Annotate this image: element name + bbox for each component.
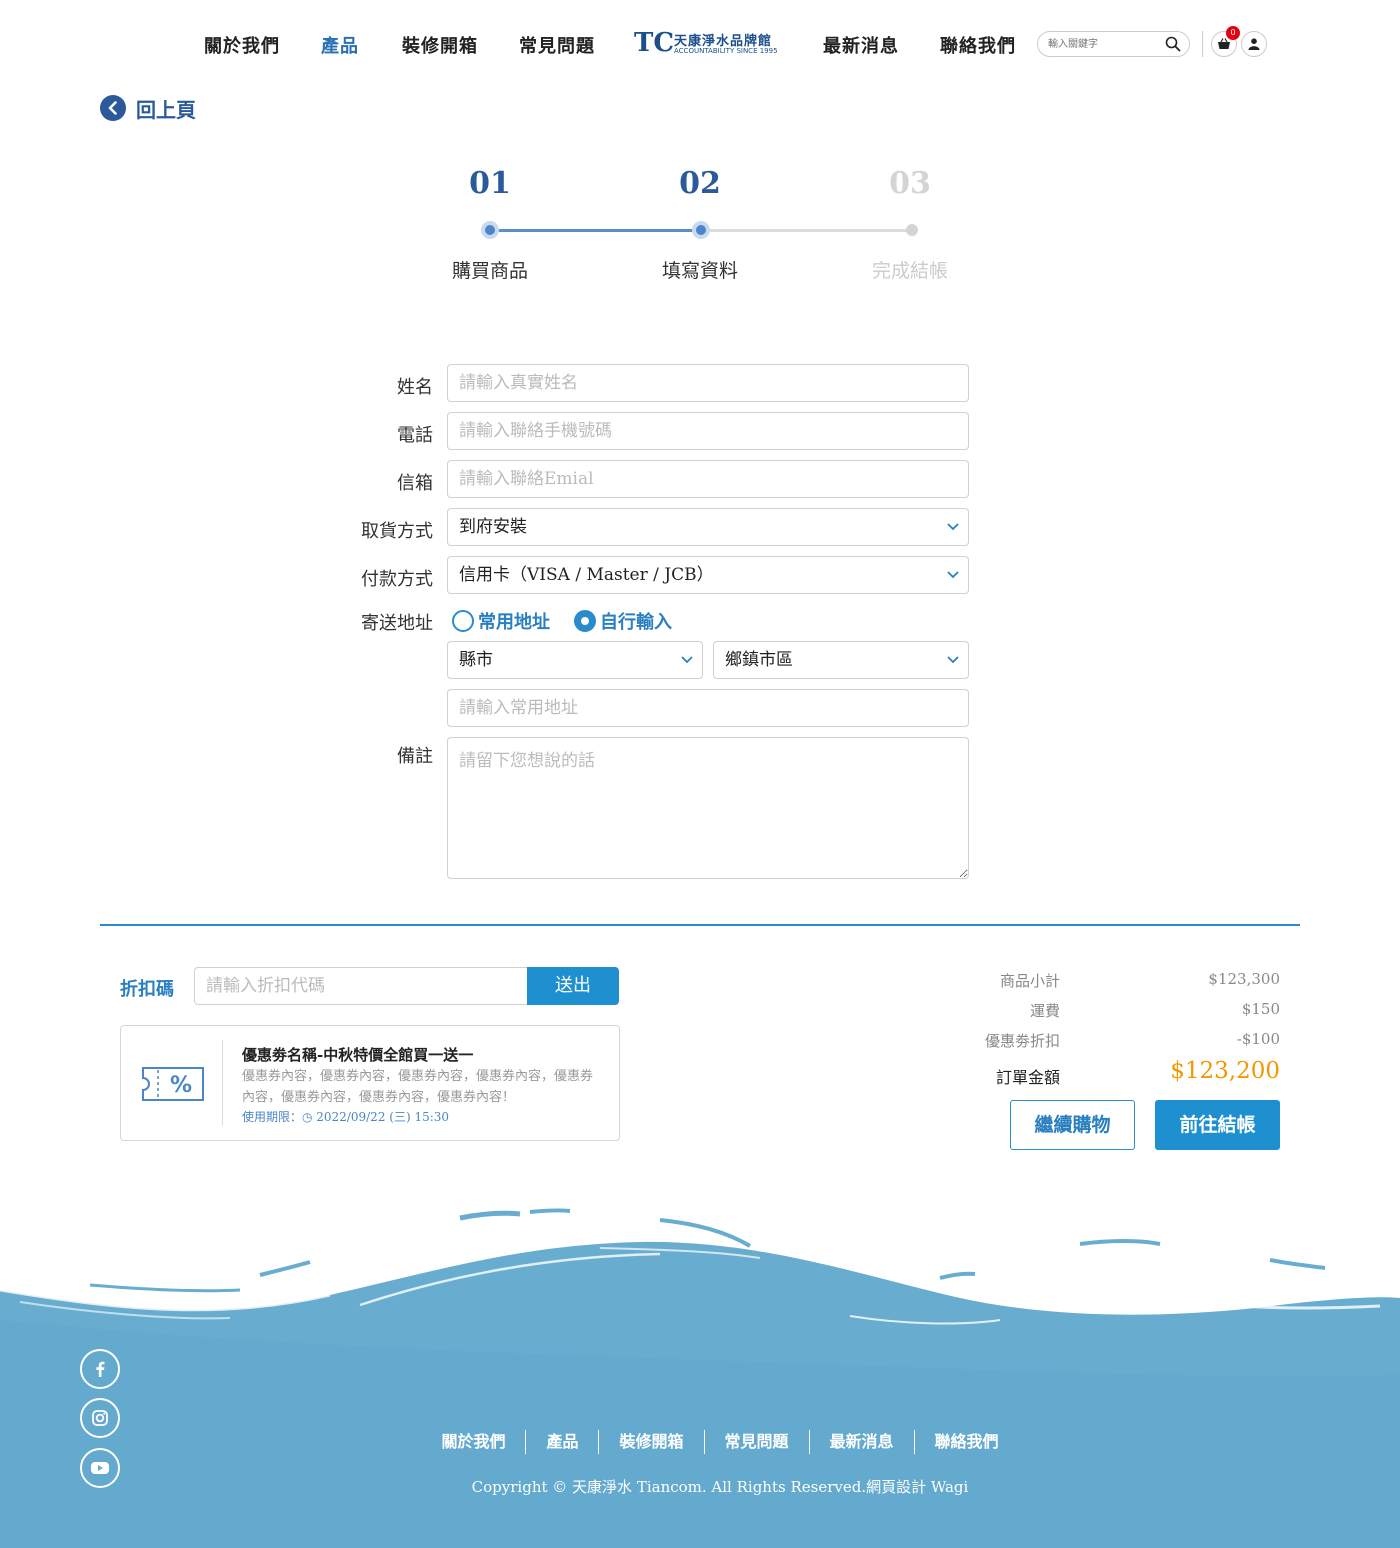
coupon-card[interactable]: % 優惠劵名稱-中秋特價全館買一送一 優惠券內容，優惠券內容，優惠券內容，優惠券… — [120, 1025, 620, 1141]
radio-common-address[interactable]: 常用地址 — [452, 608, 550, 634]
svg-text:%: % — [170, 1073, 192, 1098]
district-value: 鄉鎮市區 — [725, 650, 793, 670]
total-value: $123,200 — [1170, 1058, 1280, 1084]
phone-label: 電話 — [397, 425, 433, 446]
radio-checked-icon — [574, 610, 596, 632]
total-label: 訂單金額 — [995, 1068, 1060, 1087]
chevron-left-icon — [100, 95, 126, 121]
youtube-icon — [91, 1462, 109, 1474]
discount-submit-button[interactable]: 送出 — [527, 967, 619, 1005]
cart-icon — [1218, 38, 1230, 49]
nav-contact[interactable]: 聯絡我們 — [940, 32, 1016, 58]
step-3-number: 03 — [889, 166, 931, 201]
continue-shopping-button[interactable]: 繼續購物 — [1010, 1100, 1135, 1150]
address-field[interactable] — [447, 689, 969, 727]
radio-common-label: 常用地址 — [478, 612, 550, 633]
footer-nav-news[interactable]: 最新消息 — [810, 1430, 915, 1454]
footer-nav-about[interactable]: 關於我們 — [421, 1430, 527, 1454]
section-divider — [100, 924, 1300, 926]
discount-label: 折扣碼 — [120, 979, 174, 1000]
instagram-icon — [92, 1410, 108, 1426]
pickup-select[interactable]: 到府安裝 — [447, 508, 969, 546]
step-remaining-line — [702, 229, 912, 232]
step-2-number: 02 — [679, 166, 721, 201]
note-label: 備註 — [397, 746, 433, 767]
address-label: 寄送地址 — [361, 613, 433, 634]
cart-button[interactable]: 0 — [1211, 26, 1240, 57]
step-3-dot — [903, 221, 921, 239]
footer-nav-faq[interactable]: 常見問題 — [705, 1430, 810, 1454]
shipping-label: 運費 — [1029, 1002, 1060, 1020]
radio-manual-address[interactable]: 自行輸入 — [574, 608, 672, 634]
county-select[interactable]: 縣市 — [447, 641, 703, 679]
site-header: 關於我們 產品 裝修開箱 常見問題 TC 天康淨水品牌館 ACCOUNTABIL… — [0, 0, 1400, 88]
step-2-label: 填寫資料 — [661, 260, 738, 282]
coupon-expiry: 使用期限：◷ 2022/09/22 (三) 15:30 — [242, 1110, 450, 1124]
footer-nav-products[interactable]: 產品 — [526, 1430, 600, 1454]
pickup-value: 到府安裝 — [459, 517, 527, 537]
email-label: 信箱 — [397, 473, 433, 494]
search-input[interactable] — [1038, 32, 1148, 57]
discount-code-input[interactable] — [194, 967, 528, 1005]
subtotal-label: 商品小計 — [999, 972, 1060, 990]
name-field[interactable] — [447, 364, 969, 402]
coupon-title: 優惠劵名稱-中秋特價全館買一送一 — [242, 1046, 474, 1064]
step-1-label: 購買商品 — [451, 260, 528, 282]
back-link[interactable]: 回上頁 — [100, 94, 196, 122]
back-label: 回上頁 — [136, 97, 196, 122]
chevron-down-icon — [681, 656, 693, 664]
step-2-dot — [692, 221, 710, 239]
subtotal-value: $123,300 — [1208, 970, 1280, 988]
coupon-description: 優惠券內容，優惠券內容，優惠券內容，優惠券內容，優惠券內容，優惠券內容，優惠券內… — [242, 1069, 594, 1105]
nav-products[interactable]: 產品 — [321, 32, 359, 58]
nav-faq[interactable]: 常見問題 — [519, 32, 595, 58]
footer-nav-contact[interactable]: 聯絡我們 — [915, 1430, 1019, 1454]
shipping-value: $150 — [1241, 1000, 1280, 1018]
district-select[interactable]: 鄉鎮市區 — [713, 641, 969, 679]
step-1-dot — [481, 221, 499, 239]
chevron-down-icon — [947, 523, 959, 531]
email-field[interactable] — [447, 460, 969, 498]
facebook-icon — [96, 1361, 105, 1377]
nav-news[interactable]: 最新消息 — [823, 32, 899, 58]
name-label: 姓名 — [397, 377, 433, 398]
search-icon[interactable] — [1165, 36, 1181, 52]
account-button[interactable] — [1241, 31, 1267, 57]
coupon-divider — [222, 1040, 223, 1126]
step-1-number: 01 — [469, 166, 511, 201]
logo-mark: TC — [634, 28, 675, 58]
header-divider — [1202, 31, 1203, 57]
coupon-discount-value: -$100 — [1236, 1030, 1280, 1048]
nav-about[interactable]: 關於我們 — [204, 32, 280, 58]
checkout-button[interactable]: 前往結帳 — [1155, 1100, 1280, 1150]
payment-select[interactable]: 信用卡（VISA / Master / JCB） — [447, 556, 969, 594]
phone-field[interactable] — [447, 412, 969, 450]
pickup-label: 取貨方式 — [361, 521, 433, 542]
chevron-down-icon — [947, 656, 959, 664]
county-value: 縣市 — [459, 650, 493, 670]
radio-manual-label: 自行輸入 — [600, 612, 672, 633]
nav-renovation[interactable]: 裝修開箱 — [402, 32, 478, 58]
radio-unchecked-icon — [452, 610, 474, 632]
chevron-down-icon — [947, 571, 959, 579]
footer-nav-renovation[interactable]: 裝修開箱 — [599, 1430, 705, 1454]
payment-value: 信用卡（VISA / Master / JCB） — [459, 565, 714, 585]
step-progress-line — [490, 229, 702, 232]
user-icon — [1248, 38, 1260, 50]
cart-count-badge: 0 — [1226, 26, 1240, 40]
payment-label: 付款方式 — [361, 569, 433, 590]
note-field[interactable] — [447, 737, 969, 879]
facebook-button[interactable] — [80, 1349, 120, 1389]
footer-nav: 關於我們 產品 裝修開箱 常見問題 最新消息 聯絡我們 — [0, 1430, 1400, 1454]
copyright-text: Copyright © 天康淨水 Tiancom. All Rights Res… — [471, 1478, 969, 1496]
step-3-label: 完成結帳 — [871, 260, 948, 282]
brand-logo[interactable]: TC 天康淨水品牌館 ACCOUNTABILITY SINCE 1995 — [634, 28, 784, 60]
coupon-discount-label: 優惠劵折扣 — [984, 1032, 1060, 1050]
search-box — [1037, 31, 1190, 57]
logo-subtitle: ACCOUNTABILITY SINCE 1995 — [674, 47, 778, 55]
coupon-icon: % — [142, 1067, 204, 1101]
